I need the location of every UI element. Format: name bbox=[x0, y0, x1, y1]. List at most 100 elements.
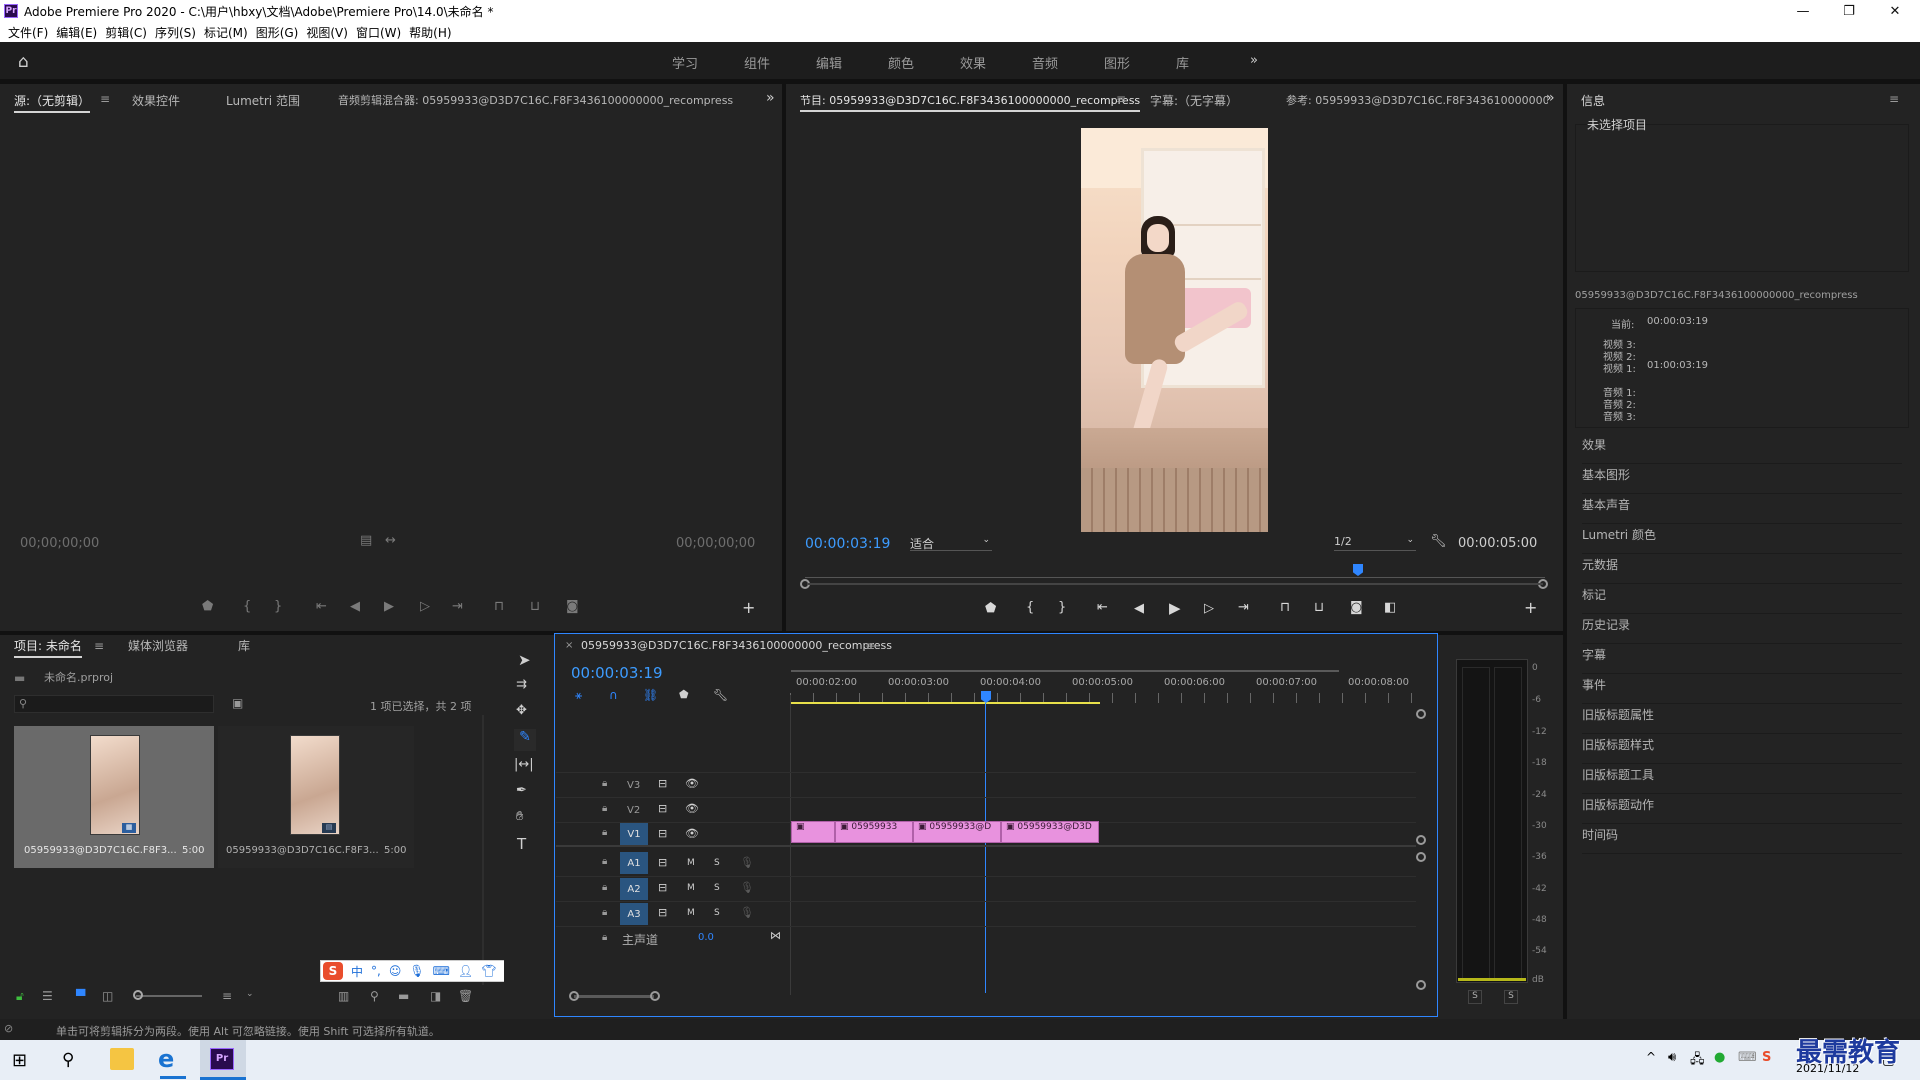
mark-in-icon[interactable]: { bbox=[243, 599, 251, 614]
track-select-tool-icon[interactable]: ⇉ bbox=[516, 677, 527, 692]
export-frame-icon[interactable]: ◙ bbox=[1350, 600, 1363, 615]
workspace-learn[interactable]: 学习 bbox=[672, 53, 698, 72]
scroll-handle[interactable] bbox=[1416, 709, 1426, 719]
tab-source[interactable]: 源:（无剪辑） bbox=[14, 92, 91, 113]
scroll-handle[interactable] bbox=[1416, 980, 1426, 990]
nest-icon[interactable]: ⚹ bbox=[575, 688, 582, 703]
timeline-timecode[interactable]: 00:00:03:19 bbox=[571, 664, 663, 682]
menu-marker[interactable]: 标记(M) bbox=[204, 24, 248, 41]
network-icon[interactable]: 🖧︎ bbox=[1690, 1050, 1705, 1072]
lock-track-icon[interactable]: 🔒︎ bbox=[602, 778, 607, 789]
panel-menu-icon[interactable]: ≡ bbox=[94, 639, 104, 653]
edge-browser-icon[interactable]: e bbox=[158, 1045, 174, 1073]
mute-button[interactable]: M bbox=[687, 908, 695, 918]
lift-icon[interactable]: ⊓ bbox=[1280, 600, 1290, 615]
scroll-handle[interactable] bbox=[650, 991, 660, 1001]
track-a1-target[interactable]: A1 bbox=[620, 852, 648, 874]
panel-essential-sound[interactable]: 基本声音 bbox=[1582, 496, 1902, 524]
track-v3-label[interactable]: V3 bbox=[627, 780, 640, 791]
lock-track-icon[interactable]: 🔒︎ bbox=[602, 803, 607, 814]
zoom-slider-handle[interactable] bbox=[133, 990, 143, 1000]
solo-button[interactable]: S bbox=[714, 883, 720, 893]
selection-tool-icon[interactable]: ➤ bbox=[518, 651, 531, 669]
security-tray-icon[interactable]: ● bbox=[1714, 1050, 1725, 1065]
menu-help[interactable]: 帮助(H) bbox=[409, 24, 451, 41]
home-icon[interactable]: ⌂ bbox=[18, 52, 29, 72]
hand-tool-icon[interactable]: ✋︎ bbox=[516, 809, 523, 824]
timeline-zoom-bar[interactable] bbox=[791, 670, 1339, 672]
linked-selection-icon[interactable]: ⛓︎ bbox=[643, 688, 658, 702]
microphone-icon[interactable]: 🎙︎ bbox=[740, 906, 754, 919]
wrench-icon[interactable]: 🔧︎ bbox=[713, 688, 728, 702]
panel-events[interactable]: 事件 bbox=[1582, 676, 1902, 704]
lock-icon[interactable]: 🔓︎ bbox=[16, 989, 24, 1004]
trash-icon[interactable]: 🗑︎ bbox=[458, 989, 473, 1003]
panel-menu-icon[interactable]: ≡ bbox=[1116, 92, 1126, 106]
more-workspaces-icon[interactable]: » bbox=[1250, 53, 1258, 68]
menu-file[interactable]: 文件(F) bbox=[8, 24, 48, 41]
panel-timecode[interactable]: 时间码 bbox=[1582, 826, 1902, 854]
panel-menu-icon[interactable]: ≡ bbox=[865, 639, 875, 653]
mute-button[interactable]: M bbox=[687, 883, 695, 893]
keyboard-icon[interactable]: ⌨ bbox=[433, 964, 450, 978]
wrench-icon[interactable]: 🔧︎ bbox=[1430, 534, 1447, 549]
eye-icon[interactable]: 👁︎ bbox=[685, 802, 699, 815]
tab-reference[interactable]: 参考: 05959933@D3D7C16C.F8F3436100000000 bbox=[1286, 92, 1548, 108]
panel-metadata[interactable]: 元数据 bbox=[1582, 556, 1902, 584]
compare-view-icon[interactable]: ◧ bbox=[1384, 600, 1396, 615]
panel-history[interactable]: 历史记录 bbox=[1582, 616, 1902, 644]
panel-captions[interactable]: 字幕 bbox=[1582, 646, 1902, 674]
skin-icon[interactable]: 👕︎ bbox=[481, 964, 496, 978]
panel-essential-graphics[interactable]: 基本图形 bbox=[1582, 466, 1902, 494]
tab-lumetri-scopes[interactable]: Lumetri 范围 bbox=[226, 92, 300, 109]
insert-icon[interactable]: ⊓ bbox=[494, 599, 504, 614]
tab-libraries[interactable]: 库 bbox=[238, 637, 250, 654]
play-icon[interactable]: ▶ bbox=[384, 599, 394, 614]
track-a2-target[interactable]: A2 bbox=[620, 878, 648, 900]
find-icon[interactable]: ⚲ bbox=[370, 989, 379, 1003]
menu-sequence[interactable]: 序列(S) bbox=[155, 24, 196, 41]
workspace-color[interactable]: 颜色 bbox=[888, 53, 914, 72]
automate-to-sequence-icon[interactable]: ▥ bbox=[338, 989, 349, 1003]
snap-icon[interactable]: ∩ bbox=[609, 688, 618, 702]
program-timecode[interactable]: 00:00:03:19 bbox=[805, 536, 890, 552]
panel-legacy-title-actions[interactable]: 旧版标题动作 bbox=[1582, 796, 1902, 824]
master-volume-value[interactable]: 0.0 bbox=[698, 932, 714, 943]
new-item-icon[interactable]: ◨ bbox=[430, 989, 441, 1003]
step-back-icon[interactable]: ◀ bbox=[350, 599, 360, 614]
mute-button[interactable]: M bbox=[687, 858, 695, 868]
zoom-fit-select[interactable]: 适合 ⌄ bbox=[910, 535, 992, 551]
step-forward-icon[interactable]: ▷ bbox=[1204, 601, 1214, 616]
sync-lock-icon[interactable]: ⊟ bbox=[658, 881, 667, 894]
close-button[interactable]: ✕ bbox=[1872, 0, 1918, 22]
mark-out-icon[interactable]: } bbox=[274, 599, 282, 614]
lock-track-icon[interactable]: 🔒︎ bbox=[602, 932, 607, 943]
play-icon[interactable]: ▶ bbox=[1169, 599, 1181, 617]
scroll-handle[interactable] bbox=[1416, 835, 1426, 845]
project-search-input[interactable]: ⚲ bbox=[14, 695, 214, 713]
more-tabs-icon[interactable]: » bbox=[1546, 90, 1555, 106]
panel-menu-icon[interactable]: ≡ bbox=[100, 92, 110, 106]
go-to-in-icon[interactable]: ⇤ bbox=[316, 599, 327, 614]
sogou-tray-icon[interactable]: S bbox=[1762, 1050, 1771, 1065]
tab-project[interactable]: 项目: 未命名 bbox=[14, 637, 82, 658]
microphone-icon[interactable]: 🎙︎ bbox=[409, 964, 424, 978]
mark-out-icon[interactable]: } bbox=[1058, 600, 1066, 615]
file-explorer-icon[interactable] bbox=[110, 1048, 134, 1070]
ime-toolbar[interactable]: S 中 °, ☺ 🎙︎ ⌨ 👤︎ 👕︎ ▦ bbox=[320, 960, 526, 982]
icon-view-icon[interactable]: ▀ bbox=[76, 989, 85, 1003]
menu-window[interactable]: 窗口(W) bbox=[356, 24, 401, 41]
overwrite-icon[interactable]: ⊔ bbox=[530, 599, 540, 614]
step-back-icon[interactable]: ◀ bbox=[1134, 601, 1144, 616]
solo-button[interactable]: S bbox=[714, 908, 720, 918]
workspace-graphics[interactable]: 图形 bbox=[1104, 53, 1130, 72]
freeform-view-icon[interactable]: ◫ bbox=[102, 989, 113, 1003]
work-area-bar[interactable] bbox=[790, 702, 1100, 704]
go-to-out-icon[interactable]: ⇥ bbox=[1238, 600, 1249, 615]
sync-lock-icon[interactable]: ⊟ bbox=[658, 827, 667, 840]
video-clip[interactable]: ▣ 05959933 bbox=[835, 821, 913, 843]
eye-icon[interactable]: 👁︎ bbox=[685, 827, 699, 840]
solo-right-button[interactable]: S bbox=[1504, 990, 1518, 1004]
video-clip[interactable]: ▣ 05959933@D3D bbox=[1001, 821, 1099, 843]
panel-legacy-title-properties[interactable]: 旧版标题属性 bbox=[1582, 706, 1902, 734]
